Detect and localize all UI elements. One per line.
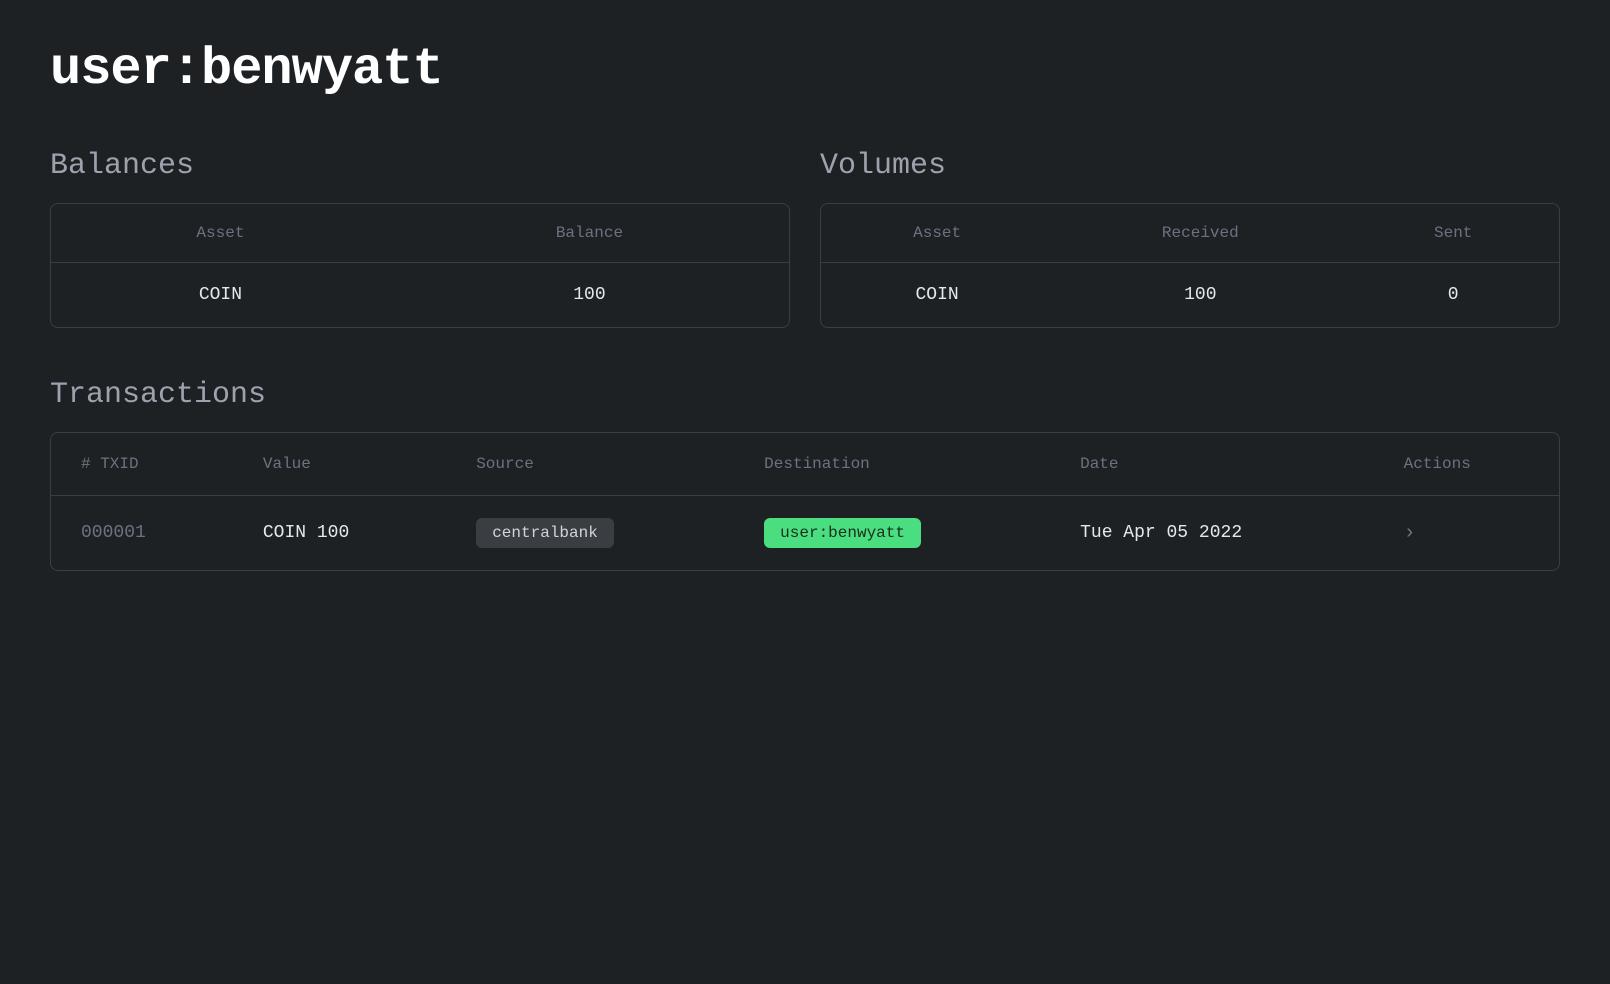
tx-col-source: Source <box>446 433 734 496</box>
balances-title: Balances <box>50 149 790 183</box>
tx-txid-0: 000001 <box>51 496 233 571</box>
tx-destination-badge-0: user:benwyatt <box>764 518 921 548</box>
volumes-col-asset: Asset <box>821 204 1053 263</box>
balances-section: Balances Asset Balance COIN 100 <box>50 149 790 328</box>
volumes-row-0: COIN 100 0 <box>821 263 1559 328</box>
tx-col-actions: Actions <box>1374 433 1559 496</box>
balances-balance-0: 100 <box>390 263 789 328</box>
volumes-received-0: 100 <box>1053 263 1347 328</box>
transactions-section: Transactions # TXID Value Source Destina… <box>50 378 1560 571</box>
balances-table-container: Asset Balance COIN 100 <box>50 203 790 328</box>
balances-col-balance: Balance <box>390 204 789 263</box>
tx-date-0: Tue Apr 05 2022 <box>1050 496 1374 571</box>
tx-source-badge-0: centralbank <box>476 518 614 548</box>
volumes-col-received: Received <box>1053 204 1347 263</box>
page-title: user:benwyatt <box>50 40 1560 99</box>
volumes-table: Asset Received Sent COIN 100 0 <box>821 204 1559 327</box>
transactions-table-container: # TXID Value Source Destination Date Act… <box>50 432 1560 571</box>
transactions-title: Transactions <box>50 378 1560 412</box>
tx-col-destination: Destination <box>734 433 1050 496</box>
balances-header-row: Asset Balance <box>51 204 789 263</box>
balances-table: Asset Balance COIN 100 <box>51 204 789 327</box>
tx-col-txid: # TXID <box>51 433 233 496</box>
balances-table-header: Asset Balance <box>51 204 789 263</box>
tx-value-0: COIN 100 <box>233 496 446 571</box>
transactions-table: # TXID Value Source Destination Date Act… <box>51 433 1559 570</box>
volumes-title: Volumes <box>820 149 1560 183</box>
tx-row-0: 000001 COIN 100 centralbank user:benwyat… <box>51 496 1559 571</box>
transactions-header-row: # TXID Value Source Destination Date Act… <box>51 433 1559 496</box>
balances-row-0: COIN 100 <box>51 263 789 328</box>
volumes-header-row: Asset Received Sent <box>821 204 1559 263</box>
volumes-table-container: Asset Received Sent COIN 100 0 <box>820 203 1560 328</box>
balances-asset-0: COIN <box>51 263 390 328</box>
tx-action-chevron-0[interactable]: › <box>1404 522 1416 545</box>
volumes-col-sent: Sent <box>1347 204 1559 263</box>
tx-source-0: centralbank <box>446 496 734 571</box>
transactions-table-body: 000001 COIN 100 centralbank user:benwyat… <box>51 496 1559 571</box>
volumes-section: Volumes Asset Received Sent COIN 100 0 <box>820 149 1560 328</box>
balances-table-body: COIN 100 <box>51 263 789 328</box>
transactions-table-header: # TXID Value Source Destination Date Act… <box>51 433 1559 496</box>
volumes-asset-0: COIN <box>821 263 1053 328</box>
tx-col-date: Date <box>1050 433 1374 496</box>
tx-destination-0: user:benwyatt <box>734 496 1050 571</box>
tx-col-value: Value <box>233 433 446 496</box>
volumes-table-body: COIN 100 0 <box>821 263 1559 328</box>
balances-col-asset: Asset <box>51 204 390 263</box>
tx-actions-0[interactable]: › <box>1374 496 1559 571</box>
volumes-table-header: Asset Received Sent <box>821 204 1559 263</box>
volumes-sent-0: 0 <box>1347 263 1559 328</box>
